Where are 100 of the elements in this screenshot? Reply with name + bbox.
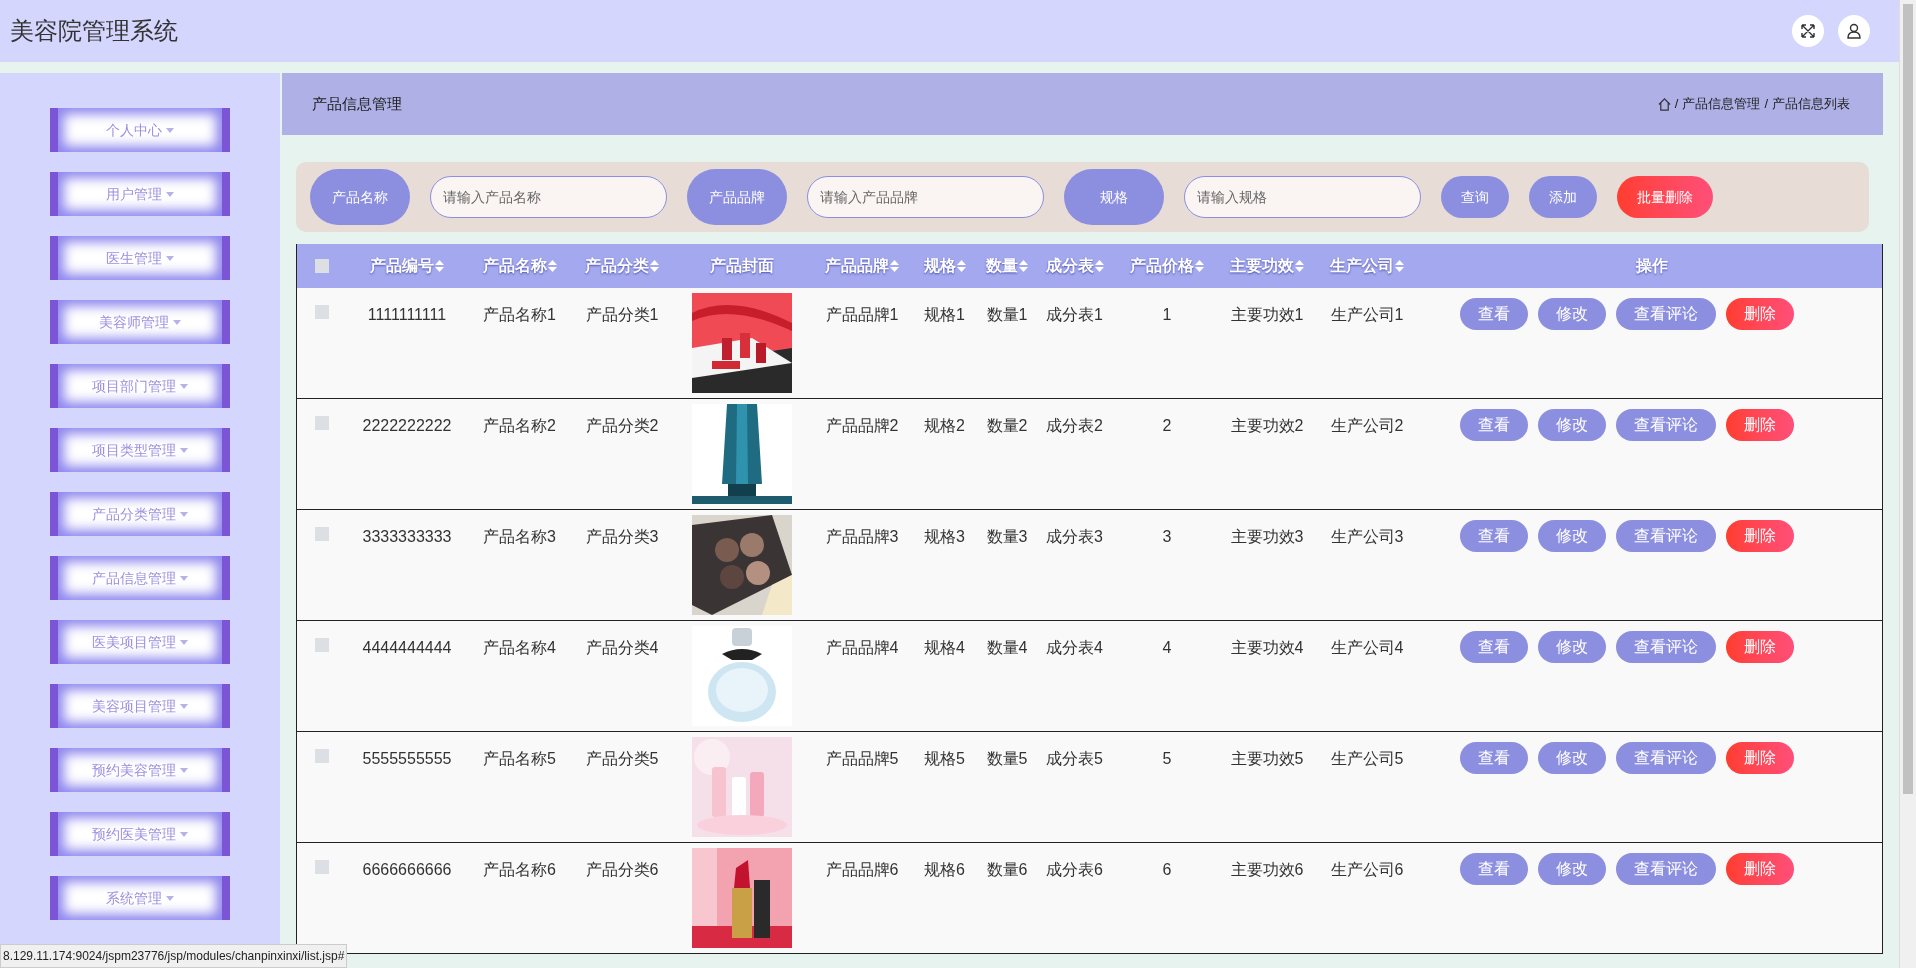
sort-icon[interactable] [435, 260, 444, 272]
action-button[interactable]: 批量删除 [1617, 176, 1713, 218]
table-cell-text: 生产公司1 [1330, 305, 1404, 325]
sidebar-item[interactable]: 医美项目管理 [50, 620, 230, 664]
sort-icon[interactable] [1195, 260, 1204, 272]
row-action-button[interactable]: 查看评论 [1616, 298, 1716, 330]
column-header[interactable]: 规格 [923, 254, 956, 278]
sidebar-item[interactable]: 预约医美管理 [50, 812, 230, 856]
table-cell-text: 数量1 [986, 305, 1028, 325]
sort-icon[interactable] [1094, 260, 1104, 272]
table-cell-text: 产品分类2 [585, 416, 659, 436]
search-field[interactable]: 请输入规格 [1184, 176, 1421, 218]
field-label: 规格 [1064, 169, 1164, 225]
table-cell-text: 产品名称3 [483, 527, 556, 547]
breadcrumb-separator: / [1764, 95, 1768, 114]
table-cell-text: 1 [1162, 305, 1172, 325]
row-action-button[interactable]: 查看评论 [1616, 631, 1716, 663]
column-header[interactable]: 产品价格 [1130, 254, 1194, 278]
column-header[interactable]: 产品品牌 [825, 254, 889, 278]
breadcrumb-item[interactable]: 产品信息管理 [1682, 94, 1761, 114]
table-cell-text: 产品品牌6 [825, 860, 899, 880]
table-cell-text: 4 [1162, 638, 1172, 658]
sidebar-item[interactable]: 美容师管理 [50, 300, 230, 344]
row-action-button[interactable]: 修改 [1538, 409, 1606, 441]
column-header[interactable]: 产品名称 [482, 254, 547, 278]
search-field[interactable]: 请输入产品名称 [430, 176, 667, 218]
sort-icon[interactable] [956, 260, 966, 272]
sort-icon[interactable] [650, 260, 659, 272]
row-action-button[interactable]: 查看评论 [1616, 409, 1716, 441]
row-action-button[interactable]: 修改 [1538, 742, 1606, 774]
sort-icon[interactable] [890, 260, 899, 272]
sidebar-item[interactable]: 医生管理 [50, 236, 230, 280]
sort-icon[interactable] [547, 260, 557, 272]
row-action-button[interactable]: 修改 [1538, 520, 1606, 552]
sidebar-item[interactable]: 系统管理 [50, 876, 230, 920]
row-action-button[interactable]: 查看 [1460, 631, 1528, 663]
search-field[interactable]: 请输入产品品牌 [807, 176, 1044, 218]
table-cell-text: 规格1 [924, 305, 965, 325]
column-header[interactable]: 生产公司 [1330, 254, 1394, 278]
sidebar-item[interactable]: 个人中心 [50, 108, 230, 152]
breadcrumb-item: 产品信息列表 [1772, 95, 1850, 114]
row-action-button[interactable]: 查看评论 [1616, 742, 1716, 774]
column-header[interactable]: 成分表 [1045, 254, 1094, 278]
row-action-button[interactable]: 删除 [1726, 853, 1794, 885]
table-cell-text: 产品品牌5 [825, 749, 899, 769]
table-cell-text: 规格6 [924, 860, 965, 880]
checkbox[interactable] [315, 259, 329, 273]
row-action-button[interactable]: 删除 [1726, 631, 1794, 663]
table-cell-text: 数量4 [986, 638, 1028, 658]
action-button[interactable]: 查询 [1441, 176, 1509, 218]
row-action-button[interactable]: 查看评论 [1616, 520, 1716, 552]
sidebar-item[interactable]: 产品信息管理 [50, 556, 230, 600]
row-action-button[interactable]: 删除 [1726, 520, 1794, 552]
row-action-button[interactable]: 查看 [1460, 853, 1528, 885]
column-header[interactable]: 主要功效 [1230, 254, 1294, 278]
sidebar-item[interactable]: 项目类型管理 [50, 428, 230, 472]
row-action-button[interactable]: 删除 [1726, 742, 1794, 774]
row-action-button[interactable]: 查看 [1460, 742, 1528, 774]
sidebar-item[interactable]: 产品分类管理 [50, 492, 230, 536]
checkbox[interactable] [315, 749, 329, 763]
row-action-button[interactable]: 查看 [1460, 520, 1528, 552]
table-cell-text: 主要功效2 [1230, 416, 1304, 436]
sort-icon[interactable] [1295, 260, 1304, 272]
sidebar-item[interactable]: 项目部门管理 [50, 364, 230, 408]
row-action-button[interactable]: 查看评论 [1616, 853, 1716, 885]
sort-icon[interactable] [1019, 260, 1028, 272]
fullscreen-icon[interactable] [1792, 15, 1824, 47]
table-cell-text: 5 [1162, 749, 1172, 769]
home-icon[interactable] [1657, 97, 1671, 111]
table-cell-text: 主要功效4 [1230, 638, 1304, 658]
table-cell-text: 产品分类6 [585, 860, 659, 880]
action-button[interactable]: 添加 [1529, 176, 1597, 218]
row-action-button[interactable]: 修改 [1538, 298, 1606, 330]
sidebar-item[interactable]: 预约美容管理 [50, 748, 230, 792]
checkbox[interactable] [315, 638, 329, 652]
row-action-button[interactable]: 修改 [1538, 631, 1606, 663]
row-action-button[interactable]: 查看 [1460, 298, 1528, 330]
column-header[interactable]: 数量 [986, 254, 1018, 278]
user-icon[interactable] [1838, 15, 1870, 47]
column-header: 操作 [1636, 256, 1668, 276]
table-cell-text: 主要功效5 [1230, 749, 1304, 769]
sidebar-item[interactable]: 用户管理 [50, 172, 230, 216]
checkbox[interactable] [315, 527, 329, 541]
row-action-button[interactable]: 查看 [1460, 409, 1528, 441]
checkbox[interactable] [315, 860, 329, 874]
checkbox[interactable] [315, 416, 329, 430]
row-action-button[interactable]: 修改 [1538, 853, 1606, 885]
column-header[interactable]: 产品编号 [370, 254, 434, 278]
sort-icon[interactable] [1395, 260, 1404, 272]
caret-icon [166, 255, 174, 261]
breadcrumb-separator: / [1674, 95, 1679, 114]
checkbox[interactable] [315, 305, 329, 319]
row-action-button[interactable]: 删除 [1726, 409, 1794, 441]
caret-icon [166, 895, 174, 901]
row-action-button[interactable]: 删除 [1726, 298, 1794, 330]
sidebar-item[interactable]: 美容项目管理 [50, 684, 230, 728]
table-cell-text: 产品品牌4 [825, 638, 899, 658]
table-cell-text: 主要功效1 [1230, 305, 1304, 325]
table-cell-text: 生产公司5 [1330, 749, 1404, 769]
column-header[interactable]: 产品分类 [585, 254, 649, 278]
